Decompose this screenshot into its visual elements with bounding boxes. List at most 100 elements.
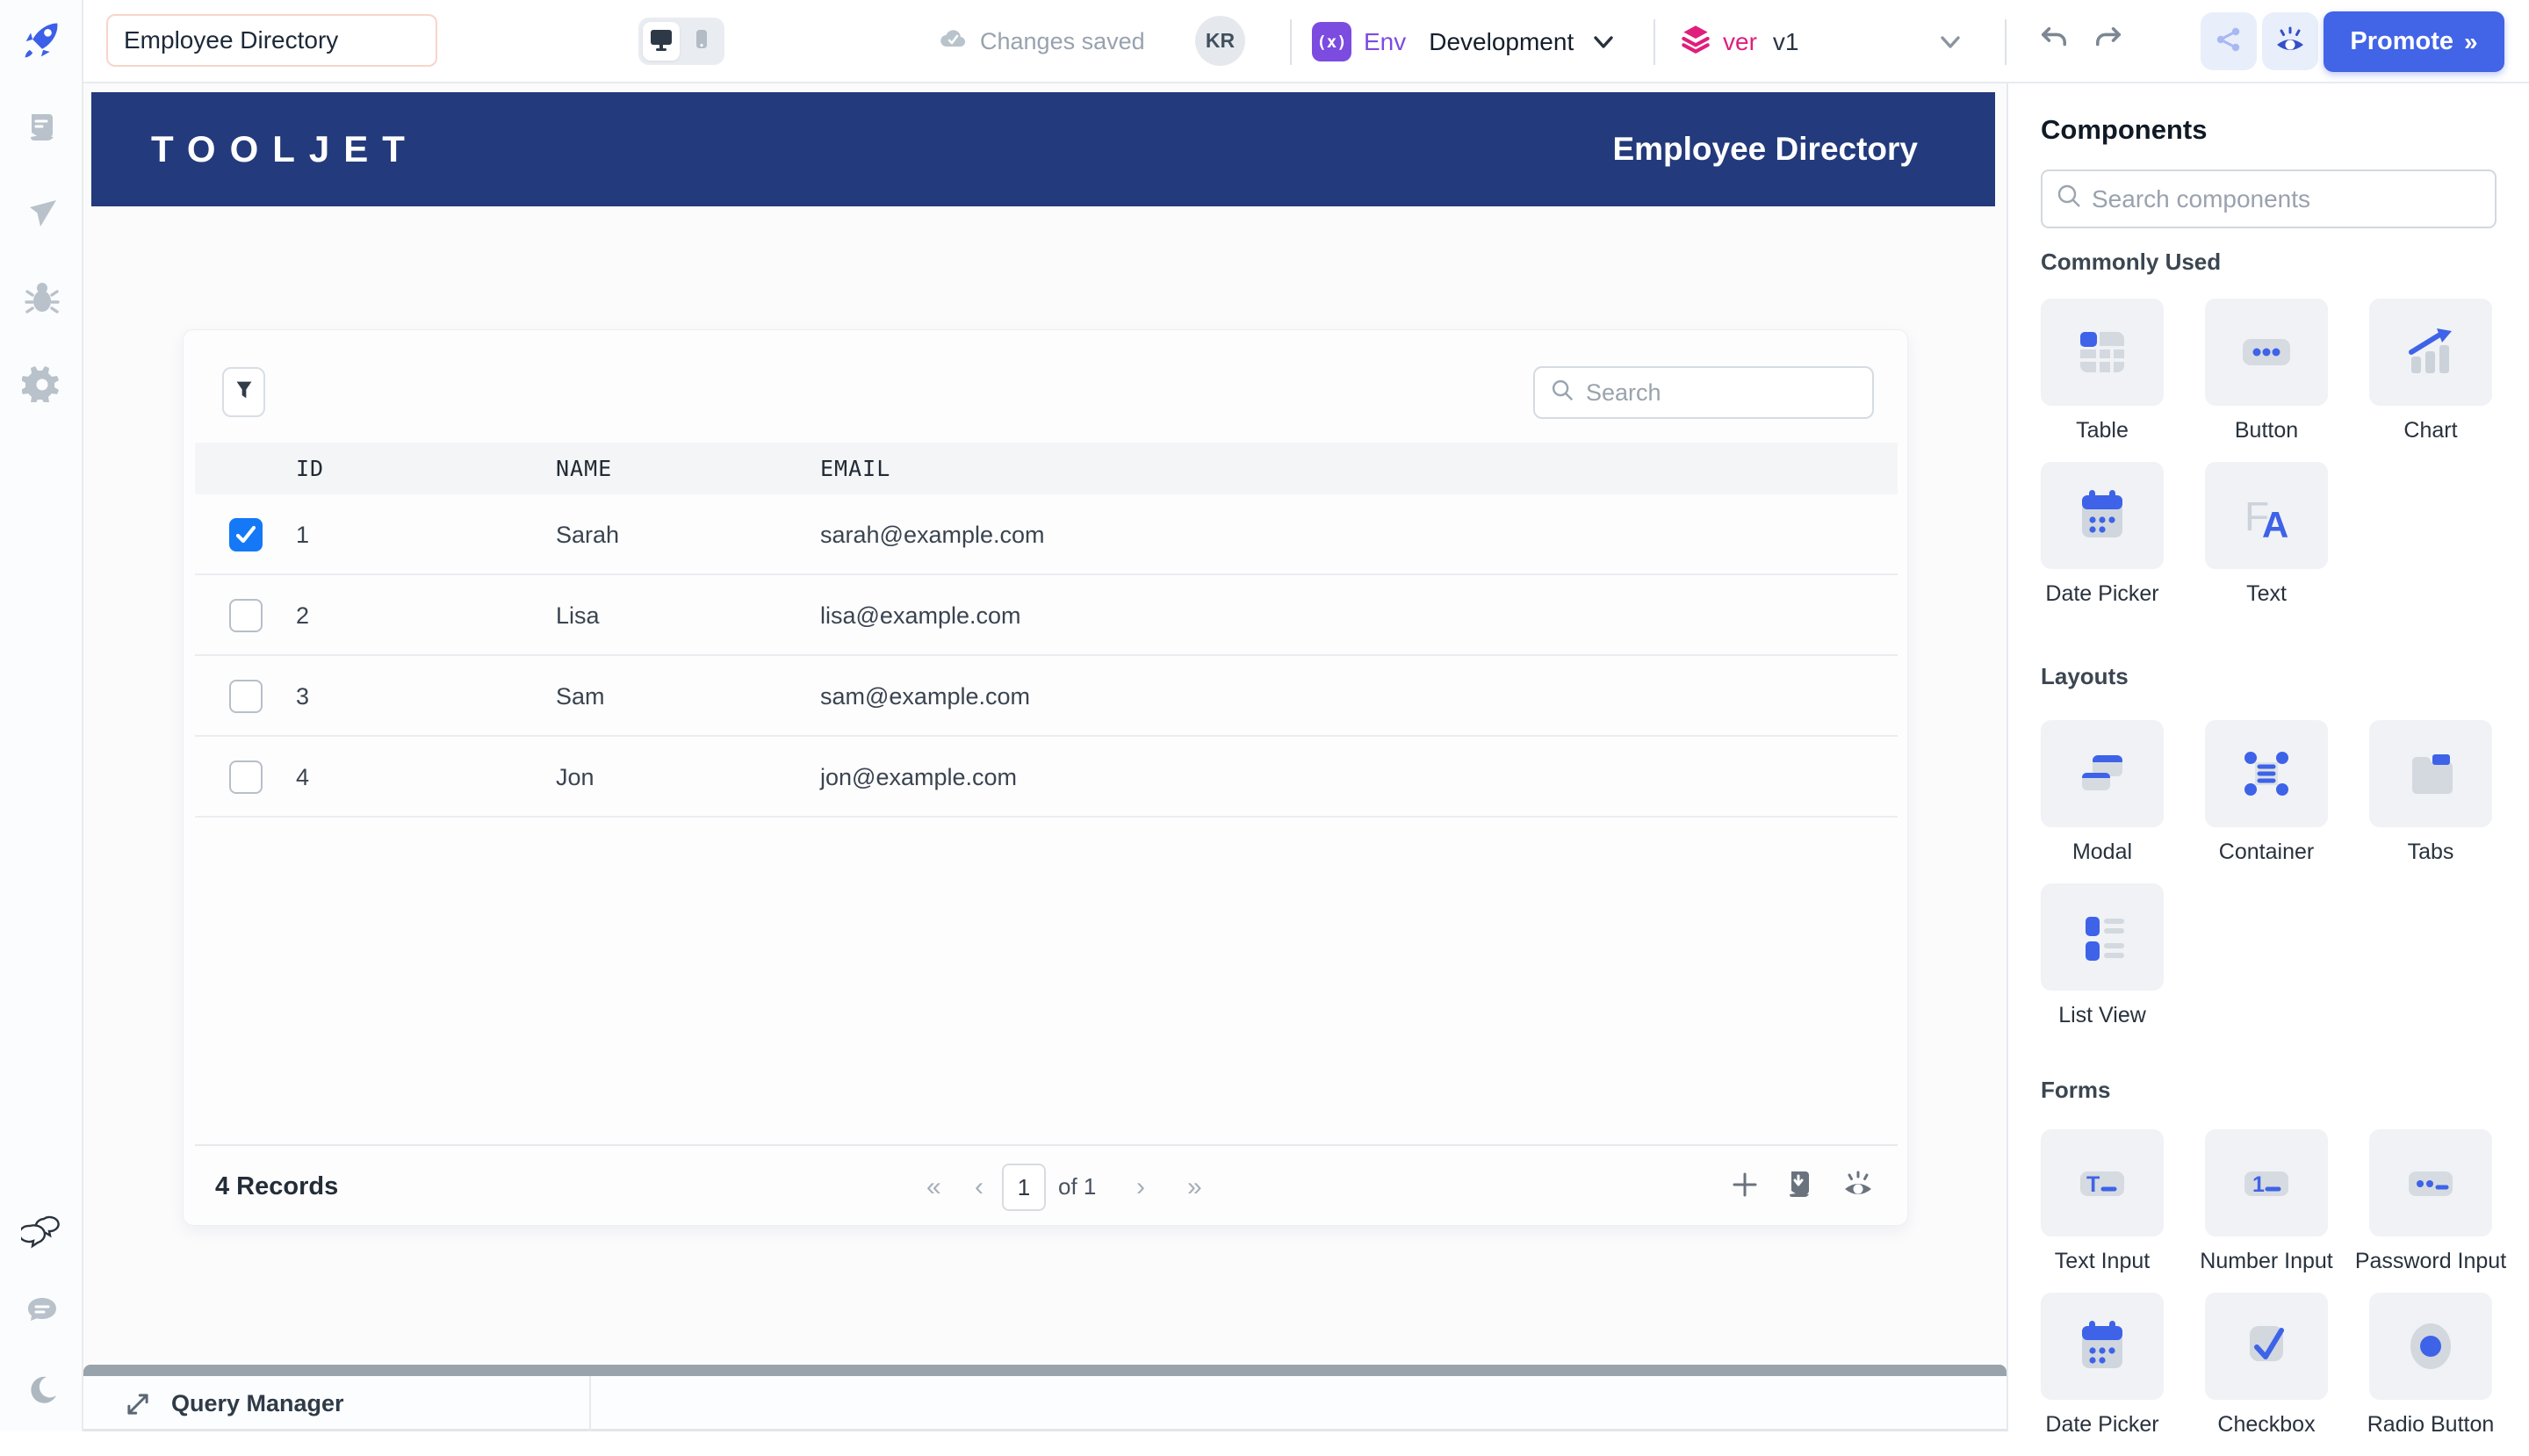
download-data-button[interactable] <box>1783 1146 1818 1228</box>
environment-chevron-down-icon[interactable] <box>1588 26 1619 62</box>
table-widget[interactable]: Search ID NAME EMAIL 1 Sarah sarah@example… <box>183 329 1908 1226</box>
pagination-page-input[interactable]: 1 <box>1002 1164 1046 1211</box>
query-panel-expand-button[interactable] <box>122 1388 154 1424</box>
component-tile-date-picker[interactable]: Date Picker <box>2041 462 2164 625</box>
chart-component-icon <box>2369 299 2492 406</box>
commonly-used-grid: Table Button Chart Date Picker F A Text <box>2041 299 2515 625</box>
desktop-layout-button[interactable] <box>643 22 680 61</box>
modal-component-icon <box>2041 720 2164 827</box>
mobile-layout-button[interactable] <box>683 22 720 61</box>
add-row-button[interactable] <box>1730 1146 1760 1228</box>
row-checkbox-checked[interactable] <box>229 518 263 551</box>
promote-button[interactable]: Promote » <box>2324 11 2504 72</box>
numberinput-component-icon: 1 <box>2205 1129 2328 1236</box>
table-header-row: ID NAME EMAIL <box>195 443 1898 494</box>
pagination-next-button[interactable]: › <box>1136 1146 1145 1228</box>
comments-icon[interactable] <box>0 1210 83 1252</box>
table-row[interactable]: 3 Sam sam@example.com <box>195 656 1898 737</box>
filter-icon <box>231 377 257 407</box>
eye-icon <box>1839 1165 1877 1208</box>
cell-name: Sam <box>556 683 605 710</box>
share-icon <box>2213 24 2244 60</box>
component-tile-date-picker[interactable]: Date Picker <box>2041 1293 2164 1456</box>
component-tile-button[interactable]: Button <box>2205 299 2328 462</box>
component-tile-radio-button[interactable]: Radio Button <box>2367 1293 2494 1456</box>
debugger-icon[interactable] <box>0 278 83 318</box>
component-tile-text[interactable]: F A Text <box>2205 462 2328 625</box>
preview-button[interactable] <box>2262 12 2318 70</box>
visibility-settings-button[interactable] <box>1839 1146 1877 1228</box>
environment-selector[interactable]: (x) Env Development <box>1312 0 1574 83</box>
component-tile-tabs[interactable]: Tabs <box>2369 720 2492 883</box>
component-tile-label: Number Input <box>2200 1249 2333 1273</box>
table-component-icon <box>2041 299 2164 406</box>
table-search-input[interactable]: Search <box>1533 366 1874 419</box>
table-row[interactable]: 1 Sarah sarah@example.com <box>195 494 1898 575</box>
cloud-saved-icon <box>938 24 968 60</box>
settings-gear-icon[interactable] <box>0 362 83 402</box>
column-header-name[interactable]: NAME <box>556 443 612 494</box>
button-component-icon <box>2205 299 2328 406</box>
row-checkbox[interactable] <box>229 599 263 632</box>
download-document-icon <box>1783 1167 1818 1207</box>
pagination-last-button[interactable]: » <box>1187 1146 1202 1228</box>
component-tile-modal[interactable]: Modal <box>2041 720 2164 883</box>
undo-button[interactable] <box>2034 12 2074 70</box>
component-tile-chart[interactable]: Chart <box>2369 299 2492 462</box>
table-filter-button[interactable] <box>222 367 265 417</box>
text-component-icon: FA <box>2205 462 2328 569</box>
column-header-id[interactable]: ID <box>296 443 324 494</box>
forms-grid: T Text Input 1 Number Input Password Input Da… <box>2041 1129 2515 1456</box>
section-heading-commonly-used: Commonly Used <box>2041 249 2222 275</box>
version-chevron-down-icon[interactable] <box>1935 26 1966 62</box>
left-sidebar <box>0 0 83 1431</box>
cell-id: 3 <box>296 683 310 710</box>
row-checkbox[interactable] <box>229 680 263 713</box>
row-checkbox[interactable] <box>229 760 263 794</box>
tabs-component-icon <box>2369 720 2492 827</box>
table-row[interactable]: 2 Lisa lisa@example.com <box>195 575 1898 656</box>
cell-name: Lisa <box>556 602 600 629</box>
component-tile-password-input[interactable]: Password Input <box>2355 1129 2506 1293</box>
component-tile-table[interactable]: Table <box>2041 299 2164 462</box>
column-header-email[interactable]: EMAIL <box>820 443 890 494</box>
user-avatar[interactable]: KR <box>1195 16 1245 66</box>
components-search-input[interactable]: Search components <box>2041 169 2497 228</box>
cell-email: sam@example.com <box>820 683 1030 710</box>
save-status: Changes saved <box>938 0 1145 83</box>
svg-text:A: A <box>2262 504 2288 545</box>
tooljet-logo[interactable] <box>0 18 83 63</box>
pagination-first-button[interactable]: « <box>926 1146 941 1228</box>
inspector-icon[interactable] <box>0 193 83 232</box>
component-tile-text-input[interactable]: T Text Input <box>2041 1129 2164 1293</box>
pages-icon[interactable] <box>0 109 83 148</box>
query-manager-title[interactable]: Query Manager <box>171 1376 344 1431</box>
app-header-widget[interactable]: TOOLJET Employee Directory <box>91 92 1995 206</box>
component-tile-checkbox[interactable]: Checkbox <box>2205 1293 2328 1456</box>
mobile-icon <box>688 26 715 57</box>
share-button[interactable] <box>2201 12 2257 70</box>
promote-label: Promote <box>2350 27 2454 55</box>
cell-id: 2 <box>296 602 310 629</box>
query-panel-drag-handle[interactable] <box>83 1365 2007 1376</box>
dark-mode-moon-icon[interactable] <box>0 1372 83 1410</box>
search-icon <box>1549 377 1575 409</box>
chat-message-icon[interactable] <box>0 1291 83 1330</box>
table-row[interactable]: 4 Jon jon@example.com <box>195 737 1898 818</box>
component-tile-number-input[interactable]: 1 Number Input <box>2200 1129 2333 1293</box>
app-name-input[interactable]: Employee Directory <box>106 14 437 67</box>
component-tile-label: List View <box>2058 1003 2146 1027</box>
component-tile-label: Text Input <box>2054 1249 2151 1273</box>
component-tile-container[interactable]: Container <box>2205 720 2328 883</box>
component-tile-label: Date Picker <box>2045 1412 2159 1437</box>
redo-button[interactable] <box>2088 12 2129 70</box>
app-header-brand: TOOLJET <box>151 128 419 169</box>
table-footer: 4 Records « ‹ 1 of 1 › » <box>195 1144 1898 1226</box>
components-panel-title: Components <box>2041 114 2208 145</box>
version-selector[interactable]: ver v1 <box>1677 0 1798 83</box>
plus-icon <box>1730 1170 1760 1204</box>
component-tile-label: Chart <box>2403 418 2458 443</box>
component-tile-list-view[interactable]: List View <box>2041 883 2164 1047</box>
pagination-prev-button[interactable]: ‹ <box>975 1146 984 1228</box>
listview-component-icon <box>2041 883 2164 991</box>
